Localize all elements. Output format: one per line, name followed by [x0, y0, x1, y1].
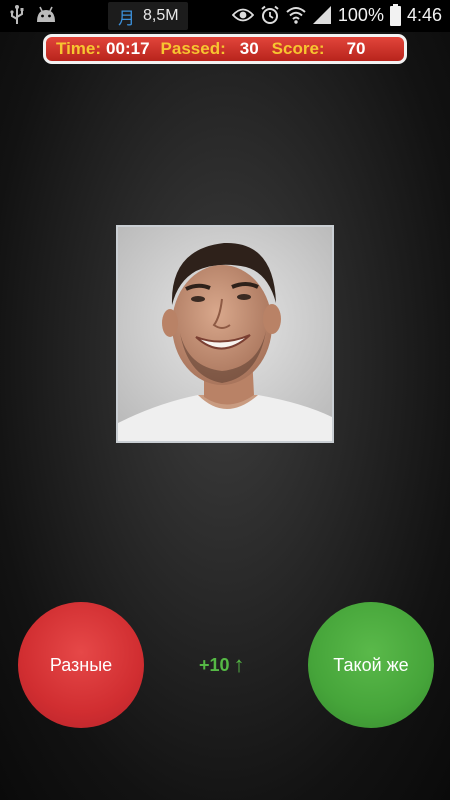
score-bar: Time: 00:17 Passed: 30 Score: 70 [43, 34, 407, 64]
score-label: Score: [271, 39, 325, 58]
wifi-icon [286, 6, 306, 24]
eye-icon [231, 7, 254, 23]
calendar-icon: 月 [118, 8, 135, 29]
memory-indicator: 月 8,5M [108, 2, 188, 30]
clock: 4:46 [406, 4, 442, 25]
up-arrow-icon: ↑ [233, 652, 245, 677]
passed-value: 30 [239, 39, 259, 58]
android-icon [34, 6, 58, 29]
different-button[interactable]: Разные [18, 602, 144, 728]
time-label: Time: [56, 39, 102, 58]
battery-icon [389, 4, 401, 26]
face-photo [116, 225, 334, 443]
passed-label: Passed: [160, 39, 226, 58]
score-value: 70 [346, 39, 366, 58]
time-value: 00:17 [106, 39, 150, 58]
battery-percent: 100% [337, 4, 384, 25]
notification-icons [10, 5, 58, 30]
signal-icon [312, 5, 332, 25]
alarm-icon [260, 5, 280, 25]
usb-icon [10, 5, 24, 30]
bonus-text: +10 [199, 654, 230, 675]
status-bar: 月 8,5M 100% 4:46 [0, 0, 450, 32]
bonus-indicator: +10 ↑ [199, 652, 259, 678]
system-icons: 100% 4:46 [231, 4, 442, 26]
same-button[interactable]: Такой же [308, 602, 434, 728]
memory-value: 8,5M [143, 7, 179, 24]
